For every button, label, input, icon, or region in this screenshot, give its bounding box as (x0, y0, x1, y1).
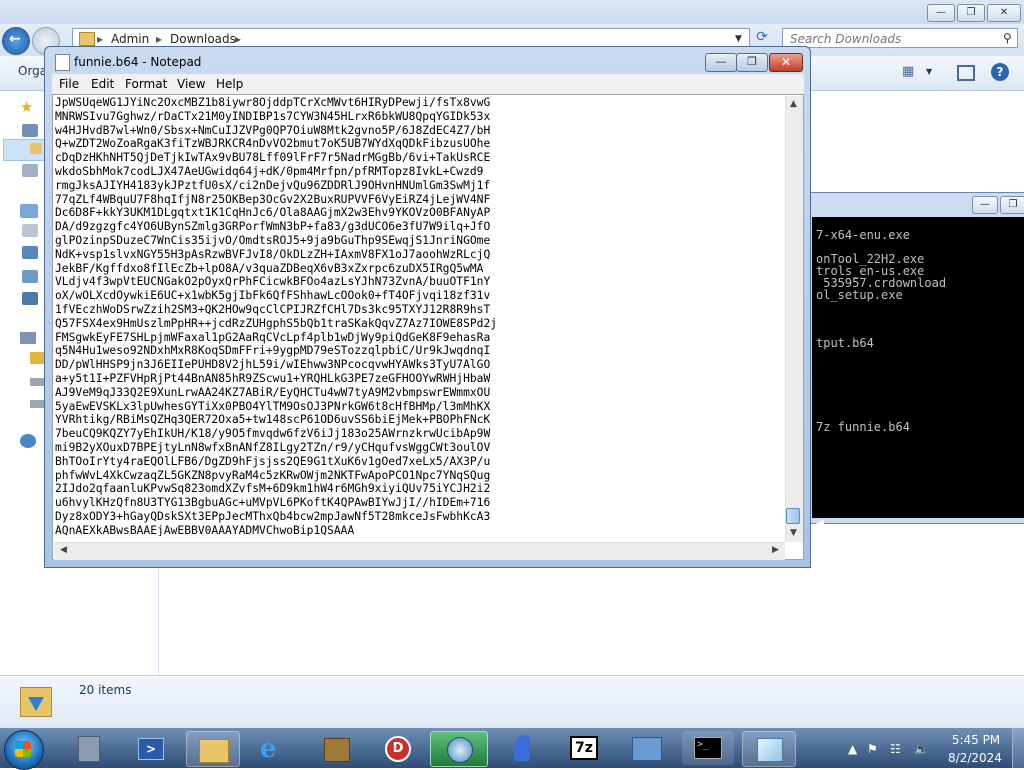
notepad-text-area[interactable]: JpWSUqeWG1JYiNc2OxcMBZ1b8iywr8OjddpTCrXc… (55, 96, 780, 536)
taskbar-app-shark[interactable] (496, 731, 548, 765)
pictures-icon[interactable] (22, 270, 38, 283)
taskbar-notepad[interactable] (742, 731, 796, 767)
taskbar-7zip[interactable]: 7z (558, 731, 610, 765)
explorer-minimize-button[interactable]: — (927, 4, 955, 22)
console-line: ol_setup.exe (816, 288, 903, 302)
view-options-icon[interactable]: ▦ (902, 64, 914, 79)
volume-muted-icon[interactable]: 🔈 (914, 742, 929, 756)
show-desktop-button[interactable] (1012, 728, 1024, 768)
internet-explorer-icon: e (260, 734, 277, 764)
help-icon[interactable]: ? (991, 63, 1009, 81)
taskbar-server-manager[interactable] (62, 731, 114, 765)
scroll-left-icon[interactable]: ◀ (56, 543, 71, 558)
server-icon (78, 736, 100, 762)
downloads-folder-icon (30, 143, 42, 154)
recent-places-icon[interactable] (22, 164, 38, 177)
view-dropdown-icon[interactable]: ▼ (926, 67, 932, 76)
documents-icon[interactable] (22, 224, 38, 237)
vertical-scroll-thumb[interactable] (786, 508, 800, 524)
console-line: 7z funnie.b64 (816, 420, 910, 434)
console-line: tput.b64 (816, 336, 874, 350)
music-icon[interactable] (22, 246, 38, 259)
taskbar-internet-explorer[interactable]: e (248, 731, 300, 765)
explorer-folder-icon (199, 739, 229, 763)
libraries-icon[interactable] (20, 204, 38, 218)
windows-logo-icon (15, 741, 31, 757)
tray-overflow-icon[interactable]: ▲ (848, 742, 857, 756)
powershell-icon: > (138, 738, 164, 760)
taskbar-powershell[interactable]: > (124, 731, 176, 765)
horizontal-scrollbar[interactable] (54, 542, 785, 560)
refresh-icon[interactable]: ⟳ (752, 29, 772, 47)
7zip-icon: 7z (570, 736, 598, 760)
taskbar-archive-app[interactable] (310, 731, 362, 765)
d-app-icon: D (385, 736, 411, 762)
network-icon[interactable] (20, 434, 36, 448)
action-center-flag-icon[interactable]: ⚑ (867, 742, 878, 756)
console-maximize-button[interactable]: ❐ (1000, 196, 1024, 214)
organize-button[interactable]: Orga (18, 64, 47, 78)
notepad-minimize-button[interactable]: — (705, 53, 737, 72)
explorer-maximize-button[interactable]: ❐ (957, 4, 985, 22)
local-disk-icon[interactable] (30, 352, 44, 364)
console-line: 7-x64-enu.exe (816, 228, 910, 242)
videos-icon[interactable] (22, 292, 38, 305)
scroll-down-icon[interactable]: ▼ (786, 526, 801, 541)
menu-file[interactable]: File (59, 77, 79, 91)
explorer-titlebar[interactable] (0, 0, 1024, 24)
search-input[interactable]: Search Downloads (782, 28, 1018, 48)
preview-pane-icon[interactable] (957, 65, 975, 81)
computer-icon[interactable] (20, 332, 36, 344)
favorites-star-icon[interactable]: ★ (20, 98, 33, 116)
back-arrow-icon: ← (9, 31, 21, 47)
menu-help[interactable]: Help (216, 77, 243, 91)
console-output[interactable]: 7-x64-enu.exe onTool_22H2.exe trols_en-us.… (812, 217, 1024, 518)
taskbar-control-panel[interactable] (620, 731, 672, 765)
console-minimize-button[interactable]: — (972, 196, 998, 214)
vertical-scrollbar[interactable] (785, 96, 803, 542)
menu-format[interactable]: Format (125, 77, 167, 91)
drive-icon[interactable] (30, 400, 44, 408)
taskbar-active-app[interactable] (430, 731, 488, 767)
notepad-taskbar-icon (757, 738, 783, 762)
details-pane (0, 675, 1024, 729)
drive-icon[interactable] (30, 378, 44, 386)
shark-fin-icon (514, 735, 530, 761)
globe-icon (447, 737, 473, 763)
notepad-maximize-button[interactable]: ❐ (736, 53, 768, 72)
notepad-title: funnie.b64 - Notepad (74, 55, 202, 69)
downloads-folder-large-icon (20, 683, 52, 719)
scroll-up-icon[interactable]: ▲ (786, 97, 801, 112)
command-prompt-icon: >_ (694, 737, 722, 759)
search-icon[interactable]: ⚲ (1003, 31, 1012, 45)
archive-box-icon (324, 738, 350, 762)
clock-date[interactable]: 8/2/2024 (946, 751, 1004, 765)
menu-view[interactable]: View (177, 77, 205, 91)
taskbar-command-prompt[interactable]: >_ (682, 731, 734, 765)
desktop-icon[interactable] (22, 124, 38, 137)
item-count: 20 items (79, 683, 132, 697)
menu-edit[interactable]: Edit (91, 77, 114, 91)
notepad-icon (55, 54, 70, 71)
taskbar-app-d[interactable]: D (372, 731, 424, 765)
scroll-right-icon[interactable]: ▶ (768, 543, 783, 558)
network-tray-icon[interactable]: ☷ (890, 742, 901, 756)
explorer-close-button[interactable]: ✕ (987, 4, 1021, 22)
clock-time[interactable]: 5:45 PM (950, 733, 1002, 747)
control-panel-icon (632, 737, 662, 761)
notepad-close-button[interactable]: ✕ (769, 53, 803, 72)
folder-icon (79, 32, 95, 46)
taskbar-explorer[interactable] (186, 731, 240, 767)
